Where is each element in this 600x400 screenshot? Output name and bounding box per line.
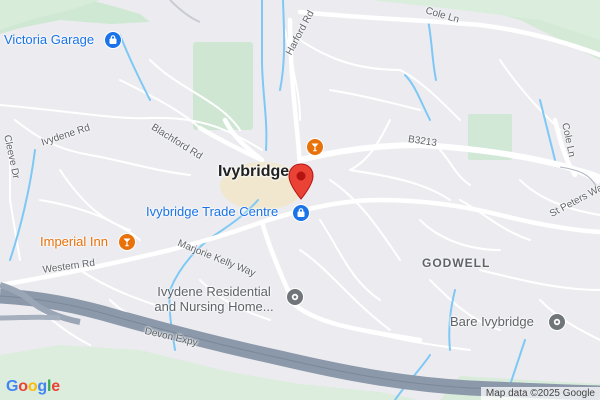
generic-place-icon[interactable] (548, 313, 566, 331)
park-area (193, 42, 253, 130)
map-attribution[interactable]: Map data ©2025 Google (480, 387, 600, 400)
map-view[interactable]: Cole Ln Harford Rd Blachford Rd Ivydene … (0, 0, 600, 400)
poi-label-victoria-garage: Victoria Garage (4, 32, 95, 47)
generic-place-icon[interactable] (286, 288, 304, 306)
shopping-bag-icon[interactable] (292, 204, 310, 222)
poi-label-ivydene-residential[interactable]: Ivydene Residential and Nursing Home... (150, 284, 278, 314)
slip-road (0, 314, 61, 321)
google-logo: Google (6, 378, 60, 395)
poi-label-imperial-inn[interactable]: Imperial Inn (40, 234, 108, 249)
cocktail-icon[interactable] (306, 138, 324, 156)
poi-label-bare-ivybridge[interactable]: Bare Ivybridge (450, 314, 534, 329)
track (169, 0, 201, 23)
shopping-bag-icon[interactable] (104, 31, 122, 49)
red-location-pin-icon[interactable] (287, 163, 315, 201)
area-label-godwell: GODWELL (422, 256, 491, 270)
cocktail-icon[interactable] (118, 233, 136, 251)
poi-label-ivybridge-trade-centre[interactable]: Ivybridge Trade Centre (146, 204, 278, 219)
town-label-ivybridge: Ivybridge (218, 163, 290, 180)
